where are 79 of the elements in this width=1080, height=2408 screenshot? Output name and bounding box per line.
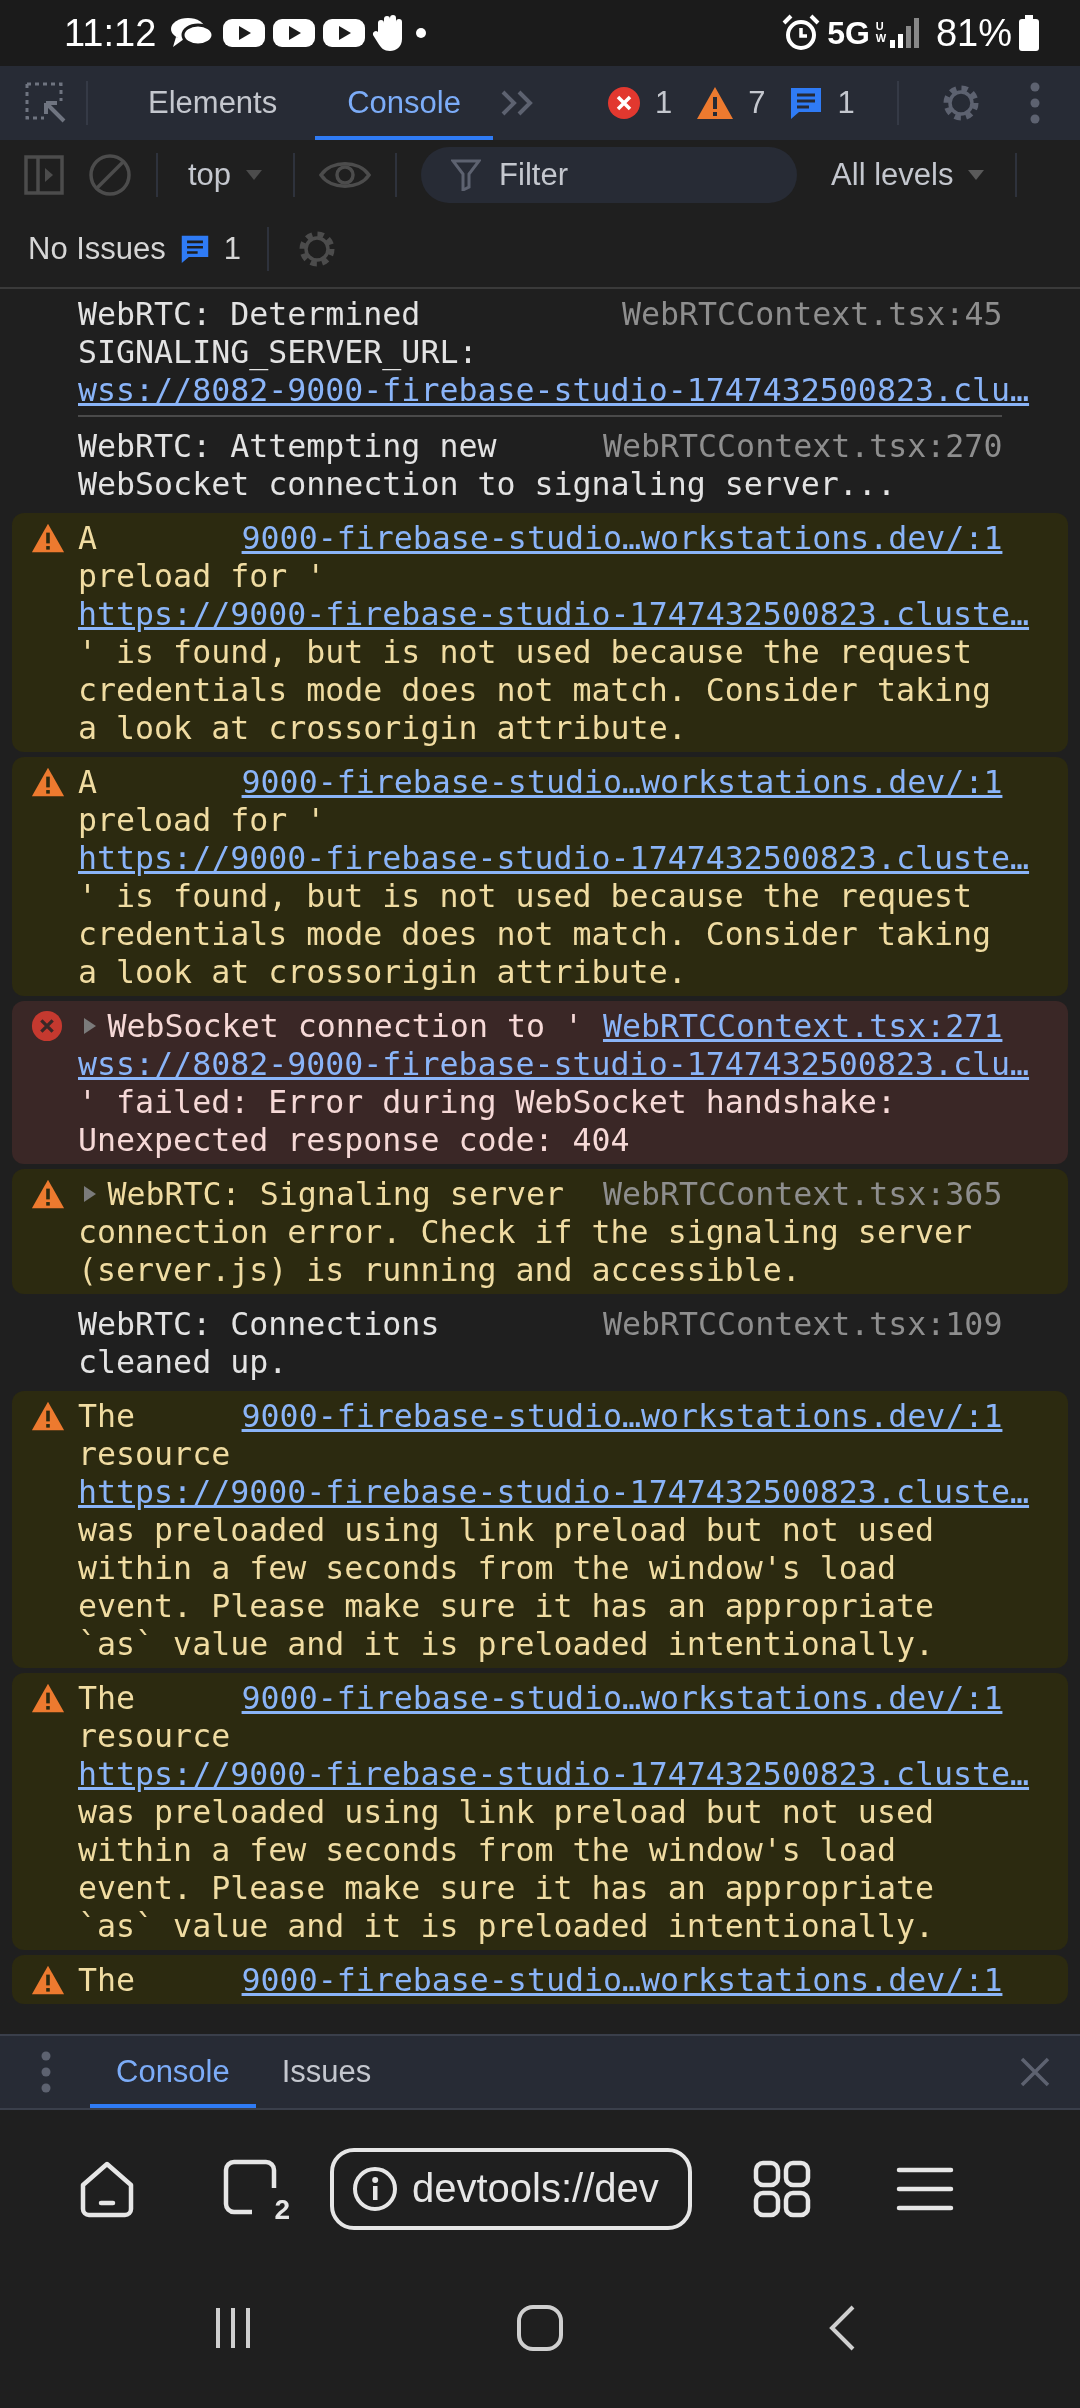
url-link[interactable]: https://9000-firebase-studio-1747432500823.cluste… — [78, 1473, 1030, 1511]
message-text: WebRTC: Attempting new — [78, 427, 498, 465]
warning-icon — [31, 1964, 65, 1996]
issues-count: 1 — [223, 230, 242, 267]
source-link[interactable]: WebRTCContext.tsx:109 — [602, 1305, 1003, 1343]
url-link[interactable]: https://9000-firebase-studio-1747432500823.cluste… — [78, 1755, 1030, 1793]
warning-icon — [31, 1178, 65, 1210]
message-text: A — [78, 763, 99, 801]
network-type: 5G — [827, 14, 870, 52]
message-count: 1 — [837, 85, 855, 121]
warning-icon — [31, 1682, 65, 1714]
signal-icon — [887, 16, 922, 50]
message-icon[interactable] — [789, 86, 824, 120]
source-link[interactable]: 9000-firebase-studio…workstations.dev/:1 — [241, 763, 1003, 801]
warning-count: 7 — [748, 85, 766, 121]
caret-icon — [967, 169, 986, 181]
source-link[interactable]: WebRTCContext.tsx:270 — [602, 427, 1003, 465]
close-icon[interactable] — [1020, 2057, 1050, 2087]
devtools-tab[interactable]: Elements — [116, 66, 310, 140]
video-app-icon — [272, 16, 317, 50]
warning-icon — [31, 522, 65, 554]
clear-console-icon[interactable] — [88, 153, 132, 197]
battery-icon — [1018, 14, 1040, 52]
back-icon[interactable] — [827, 2303, 857, 2352]
warning-icon — [31, 766, 65, 798]
info-icon[interactable] — [352, 2165, 398, 2212]
source-link[interactable]: WebRTCContext.tsx:45 — [622, 295, 1003, 333]
tab-switcher-button[interactable]: 2 — [220, 2155, 290, 2222]
message-text: WebSocket connection to signaling server... — [78, 465, 897, 503]
video-app-icon — [222, 16, 267, 50]
message-icon — [179, 233, 210, 264]
message-text: WebRTC: Determined — [78, 295, 422, 333]
filter-icon — [451, 159, 482, 191]
caret-icon — [245, 169, 264, 181]
url-link[interactable]: wss://8082-9000-firebase-studio-1747432500823.clu… — [78, 371, 1030, 409]
message-text: WebSocket connection to ' — [107, 1007, 584, 1045]
source-link[interactable]: WebRTCContext.tsx:365 — [602, 1175, 1003, 1213]
message-text: The — [78, 1679, 137, 1717]
clock-time: 11:12 — [64, 11, 157, 55]
devtools-tab[interactable]: Console — [315, 66, 493, 140]
recent-apps-icon[interactable] — [213, 2305, 253, 2350]
message-text: A — [78, 519, 99, 557]
url-link[interactable]: https://9000-firebase-studio-1747432500823.cluste… — [78, 595, 1030, 633]
message-text: The — [78, 1961, 137, 1999]
error-icon — [31, 1010, 63, 1042]
url-link[interactable]: wss://8082-9000-firebase-studio-1747432500823.clu… — [78, 1045, 1030, 1083]
alarm-icon — [781, 13, 822, 53]
issues-label: No Issues — [28, 230, 166, 267]
drag-handle-icon[interactable] — [40, 2050, 52, 2094]
url-link[interactable]: https://9000-firebase-studio-1747432500823.cluste… — [78, 839, 1030, 877]
source-link[interactable]: 9000-firebase-studio…workstations.dev/:1 — [241, 1397, 1003, 1435]
home-button-icon[interactable] — [516, 2303, 564, 2352]
context-dropdown[interactable]: top — [182, 157, 270, 193]
filter-field[interactable]: Filter — [421, 147, 798, 203]
video-app-icon — [322, 16, 367, 50]
drawer-tab[interactable]: Issues — [255, 2036, 398, 2108]
source-link[interactable]: 9000-firebase-studio…workstations.dev/:1 — [241, 519, 1003, 557]
menu-icon[interactable] — [896, 2165, 954, 2212]
warning-icon — [31, 1400, 65, 1432]
more-options-icon[interactable] — [1028, 81, 1041, 125]
inspect-element-icon[interactable] — [24, 81, 68, 125]
error-icon[interactable] — [607, 86, 641, 120]
source-link[interactable]: 9000-firebase-studio…workstations.dev/:1 — [241, 1679, 1003, 1717]
source-link[interactable]: WebRTCContext.tsx:271 — [602, 1007, 1003, 1045]
drawer-tab[interactable]: Console — [90, 2036, 256, 2108]
source-link[interactable]: 9000-firebase-studio…workstations.dev/:1 — [241, 1961, 1003, 1999]
address-bar[interactable]: devtools://dev — [330, 2147, 692, 2230]
sidebar-toggle-icon[interactable] — [24, 155, 64, 195]
message-text: cleaned up. — [78, 1343, 289, 1381]
warning-icon[interactable] — [696, 86, 735, 120]
dot-icon — [414, 26, 429, 40]
message-text: WebRTC: Connections — [78, 1305, 441, 1343]
levels-dropdown[interactable]: All levels — [825, 157, 992, 193]
message-text: connection error. Check if the signaling server (server.js) is running and accessible. — [78, 1213, 973, 1289]
message-text: WebRTC: Signaling server — [107, 1175, 565, 1213]
battery-level: 81% — [935, 11, 1012, 55]
message-text: The — [78, 1397, 137, 1435]
grid-icon[interactable] — [752, 2158, 812, 2219]
error-count: 1 — [655, 85, 673, 121]
